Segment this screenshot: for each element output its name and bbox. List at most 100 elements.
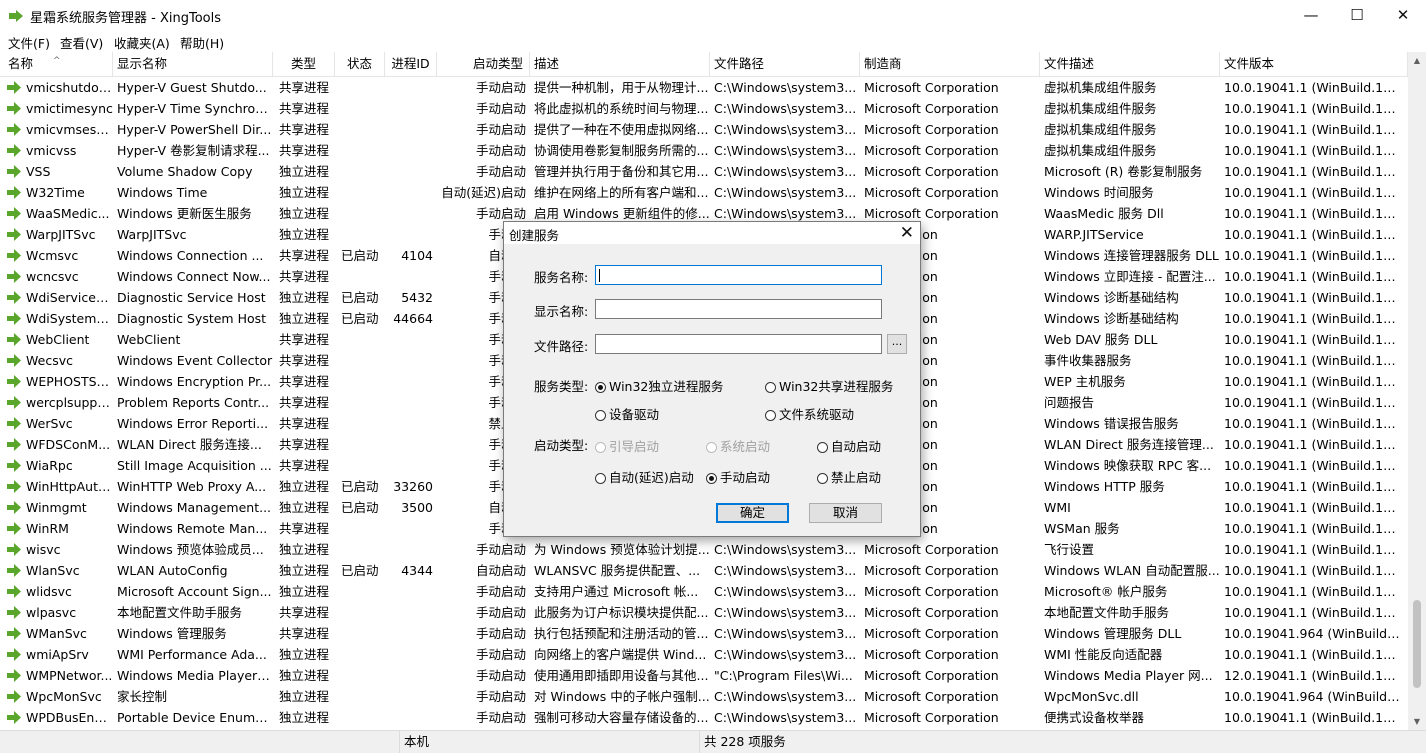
cell-file-version: 10.0.19041.1 (WinBuild.160... <box>1224 479 1400 494</box>
radio-icon <box>765 382 776 393</box>
column-header-file-path[interactable]: 文件路径 <box>710 52 860 76</box>
menu-help[interactable]: 帮助(H) <box>180 33 224 52</box>
cell-display-name: Hyper-V Time Synchron... <box>117 101 273 116</box>
table-row[interactable]: WpcMonSvc 家长控制 独立进程 手动启动对 Windows 中的子帐户强制..… <box>0 686 1408 707</box>
cell-file-description: 虚拟机集成组件服务 <box>1044 101 1157 116</box>
cell-file-description: 虚拟机集成组件服务 <box>1044 80 1157 95</box>
table-row[interactable]: WManSvc Windows 管理服务 共享进程 手动启动 执行包括预配和注册活动的管… <box>0 623 1408 644</box>
radio-auto-start[interactable]: 自动启动 <box>817 436 881 455</box>
minimize-button[interactable]: — <box>1288 0 1334 31</box>
table-row[interactable]: vmicvss Hyper-V 卷影复制请求程... 共享进程 手动启动 协调使用卷影复… <box>0 140 1408 161</box>
cell-file-version: 10.0.19041.1 (WinBuild.160... <box>1224 227 1400 242</box>
column-header-file-version[interactable]: 文件版本 <box>1220 52 1408 76</box>
radio-device-driver[interactable]: 设备驱动 <box>595 404 659 423</box>
table-row[interactable]: vmicvmsessi... Hyper-V PowerShell Dir... 共… <box>0 119 1408 140</box>
cell-name: WerSvc <box>26 416 73 431</box>
scroll-thumb[interactable] <box>1413 600 1421 688</box>
cell-type: 共享进程 <box>279 269 330 284</box>
cell-file-version: 10.0.19041.1 (WinBuild.160... <box>1224 290 1400 305</box>
scroll-down-icon[interactable]: ▼ <box>1408 713 1426 730</box>
cell-type: 独立进程 <box>279 227 330 242</box>
service-name-label: 服务名称: <box>534 270 589 285</box>
table-row[interactable]: VSS Volume Shadow Copy 独立进程 手动启动 管理并执行用于备份和其… <box>0 161 1408 182</box>
radio-label: 设备驱动 <box>609 407 660 422</box>
column-header-description[interactable]: 描述 <box>530 52 710 76</box>
cell-manufacturer: Microsoft Corporation <box>864 122 999 137</box>
cell-file-version: 10.0.19041.1 (WinBuild.160... <box>1224 710 1400 725</box>
table-row[interactable]: WlanSvc WLAN AutoConfig 独立进程 已启动 4344 自动启动 WLA… <box>0 560 1408 581</box>
table-row[interactable]: W32Time Windows Time 独立进程 自动(延迟)启动 维护在网络上的所有… <box>0 182 1408 203</box>
cell-manufacturer: Microsoft Corporation <box>864 605 999 620</box>
service-name-input[interactable] <box>595 265 882 285</box>
file-path-input[interactable] <box>595 334 882 354</box>
cell-file-description: Windows HTTP 服务 <box>1044 479 1165 494</box>
cell-display-name: Windows Connect Now... <box>117 269 271 284</box>
column-header-file-description[interactable]: 文件描述 <box>1040 52 1220 76</box>
status-bar: 本机 共 228 项服务 <box>0 730 1426 753</box>
menu-view[interactable]: 查看(V) <box>60 33 103 52</box>
column-header-manufacturer[interactable]: 制造商 <box>860 52 1040 76</box>
column-header-start-type[interactable]: 启动类型 <box>437 52 530 76</box>
cell-type: 共享进程 <box>279 353 330 368</box>
column-header-name[interactable]: 名称 ^ <box>0 52 113 76</box>
cell-file-description: Web DAV 服务 DLL <box>1044 332 1158 347</box>
dialog-close-icon[interactable]: ✕ <box>900 222 914 244</box>
cell-pid <box>385 707 437 728</box>
column-header-pid[interactable]: 进程ID <box>385 52 437 76</box>
cell-file-path: C:\Windows\system3... <box>714 563 857 578</box>
cell-description: 将此虚拟机的系统时间与物理... <box>534 101 709 116</box>
column-header-display-name[interactable]: 显示名称 <box>113 52 273 76</box>
cell-status <box>335 623 385 644</box>
radio-delayed-auto-start[interactable]: 自动(延迟)启动 <box>595 467 694 486</box>
display-name-input[interactable] <box>595 299 882 319</box>
table-row[interactable]: wisvc Windows 预览体验成员... 独立进程 手动启动为 Windows … <box>0 539 1408 560</box>
radio-disabled-start[interactable]: 禁止启动 <box>817 467 881 486</box>
cell-file-description: 飞行设置 <box>1044 542 1095 557</box>
menu-favorites[interactable]: 收藏夹(A) <box>114 33 170 52</box>
maximize-button[interactable]: ☐ <box>1334 0 1380 31</box>
table-row[interactable]: WMPNetwor... Windows Media Player ... 独立进程… <box>0 665 1408 686</box>
table-row[interactable]: vmicshutdown Hyper-V Guest Shutdo... 共享进程 手… <box>0 77 1408 98</box>
cell-status <box>335 98 385 119</box>
ok-button[interactable]: 确定 <box>716 503 789 523</box>
cancel-button[interactable]: 取消 <box>809 503 882 523</box>
column-header-status[interactable]: 状态 <box>335 52 385 76</box>
cell-file-version: 10.0.19041.1 (WinBuild.160... <box>1224 647 1400 662</box>
cell-file-version: 10.0.19041.1 (WinBuild.160... <box>1224 80 1400 95</box>
cell-file-description: 便携式设备枚举器 <box>1044 710 1145 725</box>
table-row[interactable]: WPDBusEnum Portable Device Enume... 独立进程 手动… <box>0 707 1408 728</box>
radio-file-system-driver[interactable]: 文件系统驱动 <box>765 404 854 423</box>
menu-file[interactable]: 文件(F) <box>8 33 50 52</box>
vertical-scrollbar[interactable]: ▲ ▼ <box>1408 52 1426 730</box>
radio-win32-share-process[interactable]: Win32共享进程服务 <box>765 376 893 395</box>
radio-label: Win32共享进程服务 <box>779 379 894 394</box>
cell-pid <box>385 119 437 140</box>
cell-start-type: 手动启动 <box>475 164 526 179</box>
cell-status: 已启动 <box>341 479 379 494</box>
cell-file-description: Microsoft® 帐户服务 <box>1044 584 1168 599</box>
cell-file-version: 10.0.19041.1 (WinBuild.160... <box>1224 374 1400 389</box>
cell-file-description: WSMan 服务 <box>1044 521 1120 536</box>
table-row[interactable]: wlidsvc Microsoft Account Sign... 独立进程 手动启动… <box>0 581 1408 602</box>
cell-file-version: 10.0.19041.1 (WinBuild.160... <box>1224 542 1400 557</box>
close-button[interactable]: ✕ <box>1380 0 1426 31</box>
cell-file-version: 10.0.19041.1 (WinBuild.160... <box>1224 437 1400 452</box>
radio-win32-own-process[interactable]: Win32独立进程服务 <box>595 376 723 395</box>
column-header-type[interactable]: 类型 <box>273 52 335 76</box>
cell-type: 共享进程 <box>279 374 330 389</box>
radio-label: 引导启动 <box>609 439 660 454</box>
cell-status <box>335 707 385 728</box>
cell-pid <box>385 98 437 119</box>
cell-start-type: 手动启动 <box>475 584 526 599</box>
table-row[interactable]: wlpasvc 本地配置文件助手服务 共享进程 手动启动 此服务为订户标识模块提供配..… <box>0 602 1408 623</box>
cell-file-version: 10.0.19041.1 (WinBuild.160... <box>1224 353 1400 368</box>
cell-name: vmicvmsessi... <box>26 122 113 137</box>
cell-status <box>335 539 385 560</box>
cell-status <box>335 329 385 350</box>
scroll-up-icon[interactable]: ▲ <box>1408 52 1426 69</box>
cell-file-description: Windows 连接管理器服务 DLL <box>1044 248 1219 263</box>
radio-manual-start[interactable]: 手动启动 <box>706 467 770 486</box>
table-row[interactable]: vmictimesync Hyper-V Time Synchron... 共享进程… <box>0 98 1408 119</box>
table-row[interactable]: wmiApSrv WMI Performance Ada... 独立进程 手动启动 向网… <box>0 644 1408 665</box>
browse-button[interactable]: ... <box>887 334 907 354</box>
